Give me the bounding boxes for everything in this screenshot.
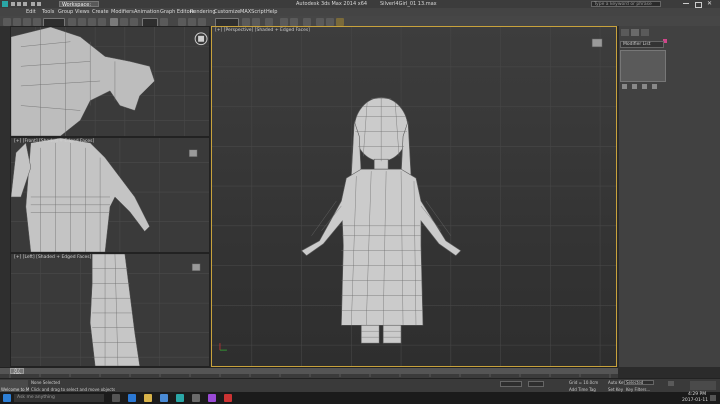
rotate-icon[interactable] xyxy=(120,18,128,26)
clock-time[interactable]: 4:29 PM xyxy=(688,392,706,397)
y-coord-field[interactable] xyxy=(528,381,544,387)
arm-mesh xyxy=(11,27,155,136)
key-mode-dropdown[interactable]: Selected xyxy=(624,380,654,385)
move-icon[interactable] xyxy=(110,18,118,26)
layer-icon[interactable] xyxy=(265,18,273,26)
menu-create[interactable]: Create xyxy=(92,8,109,16)
selection-region-icon[interactable] xyxy=(88,18,96,26)
snap-icon[interactable] xyxy=(178,18,186,26)
taskbar-search[interactable]: Ask me anything xyxy=(14,394,104,402)
edge-icon[interactable] xyxy=(128,394,136,402)
undo-icon[interactable] xyxy=(31,2,35,6)
app-icon-3[interactable] xyxy=(224,394,232,402)
hierarchy-tab-icon[interactable] xyxy=(641,29,649,36)
window-crossing-icon[interactable] xyxy=(98,18,106,26)
viewport-top-left[interactable] xyxy=(10,26,210,137)
menu-bar: Edit Tools Group Views Create Modifiers … xyxy=(0,8,720,16)
front-body-mesh xyxy=(11,138,150,252)
menu-edit[interactable]: Edit xyxy=(26,8,36,16)
status-bar: Welcome to M None Selected Click and dra… xyxy=(0,378,720,393)
undo-tool-icon[interactable] xyxy=(3,18,11,26)
menu-help[interactable]: Help xyxy=(266,8,277,16)
percent-snap-icon[interactable] xyxy=(198,18,206,26)
remove-modifier-icon[interactable] xyxy=(652,84,657,89)
viewport-grid xyxy=(212,27,616,366)
viewport-grid xyxy=(11,138,209,252)
viewport-left-strip xyxy=(0,26,10,367)
link-icon[interactable] xyxy=(23,18,31,26)
modifier-stack[interactable] xyxy=(620,50,666,82)
select-object-icon[interactable] xyxy=(68,18,76,26)
search-input[interactable]: Type a keyword or phrase xyxy=(591,1,661,7)
viewport-label[interactable]: [+] [Front] [Shaded + Edged Faces] xyxy=(14,139,94,144)
viewport-grid xyxy=(11,254,209,366)
selection-status: None Selected xyxy=(31,380,61,385)
modify-tab-icon[interactable] xyxy=(631,29,639,36)
viewport-left[interactable]: [+] [Left] [Shaded + Edged Faces] xyxy=(10,253,210,367)
viewport-area: [+] [Front] [Shaded + Edged Faces] [+] [… xyxy=(0,26,618,367)
file-name: Silverl4Girl_01 13.max xyxy=(380,1,437,7)
panel-tabs xyxy=(621,29,717,43)
render-icon[interactable] xyxy=(336,18,344,26)
select-by-name-icon[interactable] xyxy=(78,18,86,26)
viewport-label[interactable]: [+] [Left] [Shaded + Edged Faces] xyxy=(14,255,91,260)
app-title: Autodesk 3ds Max 2014 x64 xyxy=(296,1,368,7)
material-editor-icon[interactable] xyxy=(303,18,311,26)
modifier-list-dropdown[interactable]: Modifier List xyxy=(620,41,664,48)
menu-tools[interactable]: Tools xyxy=(42,8,54,16)
x-coord-field[interactable] xyxy=(500,381,522,387)
clock-date[interactable]: 2017-01-11 xyxy=(682,398,708,403)
make-unique-icon[interactable] xyxy=(642,84,647,89)
start-icon[interactable] xyxy=(3,394,11,402)
menu-modifiers[interactable]: Modifiers xyxy=(111,8,134,16)
unlink-icon[interactable] xyxy=(33,18,41,26)
menu-rendering[interactable]: Rendering xyxy=(190,8,216,16)
app-logo-icon[interactable] xyxy=(2,1,8,7)
redo-tool-icon[interactable] xyxy=(13,18,21,26)
redo-icon[interactable] xyxy=(37,2,41,6)
workspace-dropdown[interactable]: Workspace: Default xyxy=(59,1,99,14)
pivot-icon[interactable] xyxy=(160,18,168,26)
viewport-perspective[interactable]: [+] [Perspective] [Shaded + Edged Faces] xyxy=(211,26,617,367)
viewport-front[interactable]: [+] [Front] [Shaded + Edged Faces] xyxy=(10,137,210,253)
align-icon[interactable] xyxy=(252,18,260,26)
menu-group[interactable]: Group xyxy=(58,8,73,16)
pin-stack-icon[interactable] xyxy=(622,84,627,89)
taskbar: Ask me anything 4:29 PM 2017-01-11 xyxy=(0,392,720,404)
menu-animation[interactable]: Animation xyxy=(134,8,160,16)
create-tab-icon[interactable] xyxy=(621,29,629,36)
scale-icon[interactable] xyxy=(130,18,138,26)
minimize-icon[interactable] xyxy=(683,3,689,4)
title-bar: Workspace: Default Autodesk 3ds Max 2014… xyxy=(0,0,720,14)
notification-icon[interactable] xyxy=(710,395,716,401)
viewport-label[interactable]: [+] [Perspective] [Shaded + Edged Faces] xyxy=(215,28,310,33)
stack-controls xyxy=(620,84,664,90)
render-setup-icon[interactable] xyxy=(316,18,324,26)
viewport-grid xyxy=(11,27,209,136)
task-view-icon[interactable] xyxy=(112,394,120,402)
explorer-icon[interactable] xyxy=(144,394,152,402)
quick-access-toolbar xyxy=(11,2,56,6)
render-frame-icon[interactable] xyxy=(326,18,334,26)
mirror-icon[interactable] xyxy=(242,18,250,26)
nav-controls[interactable] xyxy=(690,381,716,390)
new-icon[interactable] xyxy=(11,2,15,6)
menu-customize[interactable]: Customize xyxy=(214,8,240,16)
schematic-icon[interactable] xyxy=(290,18,298,26)
angle-snap-icon[interactable] xyxy=(188,18,196,26)
open-icon[interactable] xyxy=(17,2,21,6)
play-button[interactable] xyxy=(668,381,674,386)
menu-views[interactable]: Views xyxy=(75,8,89,16)
show-end-result-icon[interactable] xyxy=(632,84,637,89)
save-icon[interactable] xyxy=(23,2,27,6)
menu-maxscript[interactable]: MAXScript xyxy=(240,8,266,16)
curve-editor-icon[interactable] xyxy=(280,18,288,26)
app-icon-1[interactable] xyxy=(192,394,200,402)
grid-size: Grid = 10.0cm xyxy=(569,380,599,385)
close-icon[interactable]: ✕ xyxy=(707,0,712,8)
app-icon-2[interactable] xyxy=(208,394,216,402)
side-body-mesh xyxy=(89,254,140,366)
store-icon[interactable] xyxy=(160,394,168,402)
3dsmax-taskbar-icon[interactable] xyxy=(176,394,184,402)
